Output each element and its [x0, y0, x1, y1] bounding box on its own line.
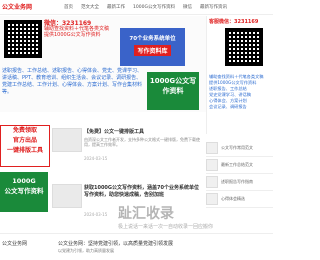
bottom-subline: 以党建为引领，助力高质量发展 [58, 248, 114, 253]
article-title[interactable]: 获取1000G公文写作资料，涵盖70个业务系统单位写作资料，助您快速成稿，告别加… [84, 184, 202, 198]
bottom-strip: 公文业务网 公文业务网：坚持党建引领，以高质量党建引领发展 以党建为引领，助力高… [0, 233, 273, 260]
right-qr-code-icon [225, 28, 263, 66]
right-list: 公文写作常用范文 最新工作总结范文 述职报告写作指南 心得体会精选 [206, 140, 273, 208]
left-red-ad[interactable]: 免费领取 官方出品 一键排版工具 [0, 125, 50, 167]
left-green-ad[interactable]: 1000G 公文写作资料 [0, 172, 48, 212]
right-ad-lines: 辅助查找资料＋代笔各类文稿 提供1000G公文写作资料 述职报告、工作总结 党史… [209, 74, 264, 109]
ad-line3: 提供1000G公文写作资料 [44, 32, 101, 38]
qr-code-icon [4, 20, 42, 58]
thumb-icon [206, 159, 218, 171]
thumb-icon [206, 176, 218, 188]
article-thumbnail [52, 128, 82, 152]
article-item-1[interactable]: 【免费】公文一键排版工具 由资深公文工作者开发，支持多种公文格式一键排版，免费下… [52, 128, 202, 166]
list-item[interactable]: 述职报告写作指南 [206, 174, 273, 191]
blue-ad-text: 70个业务系统单位 [129, 36, 176, 42]
article-date: 2024-03-15 [84, 156, 108, 161]
nav-latest[interactable]: 最新工作 [107, 4, 125, 10]
right-hero-ad[interactable]: 客服微信：3231169 辅助查找资料＋代笔各类文稿 提供1000G公文写作资料… [206, 16, 274, 134]
nav-home[interactable]: 首页 [64, 4, 73, 10]
watermark-overlay: 趾汇收录 极上说话一来话一次一自动收录一回应搬你 [118, 206, 214, 230]
article-desc: 由资深公文工作者开发，支持多种公文格式一键排版，免费下载使用，提高工作效率。 [84, 137, 200, 147]
thumb-icon [206, 142, 218, 154]
main-nav: 首页 范文大全 最新工作 1000G公文写作资料 微信 最新写作资讯 [64, 4, 227, 10]
top-navigation: 公文业务网 首页 范文大全 最新工作 1000G公文写作资料 微信 最新写作资讯 [0, 0, 273, 15]
article-date: 2024-03-15 [84, 212, 108, 217]
nav-wechat[interactable]: 微信 [183, 4, 192, 10]
article-thumbnail [52, 184, 82, 208]
site-logo[interactable]: 公文业务网 [2, 2, 32, 11]
article-title[interactable]: 【免费】公文一键排版工具 [84, 128, 202, 135]
nav-materials[interactable]: 1000G公文写作资料 [133, 4, 175, 10]
bottom-headline[interactable]: 公文业务网：坚持党建引领，以高质量党建引领发展 [58, 240, 173, 247]
list-item[interactable]: 公文写作常用范文 [206, 140, 273, 157]
blue-ad-box[interactable]: 70个业务系统单位 写作资料库 [120, 28, 185, 66]
right-ad-title: 客服微信：3231169 [209, 19, 259, 25]
nav-news[interactable]: 最新写作资讯 [200, 4, 227, 10]
category-text: 述职报告、工作总结、述职报告、心得体会、党史、党课学习、讲话稿、PPT、教育培训… [2, 68, 143, 95]
blue-ad-cta: 写作资料库 [134, 45, 171, 56]
green-ad-box[interactable]: 1000G公文写作资料 [147, 72, 199, 110]
list-item[interactable]: 最新工作总结范文 [206, 157, 273, 174]
bottom-site-name[interactable]: 公文业务网 [2, 240, 27, 247]
nav-essays[interactable]: 范文大全 [81, 4, 99, 10]
